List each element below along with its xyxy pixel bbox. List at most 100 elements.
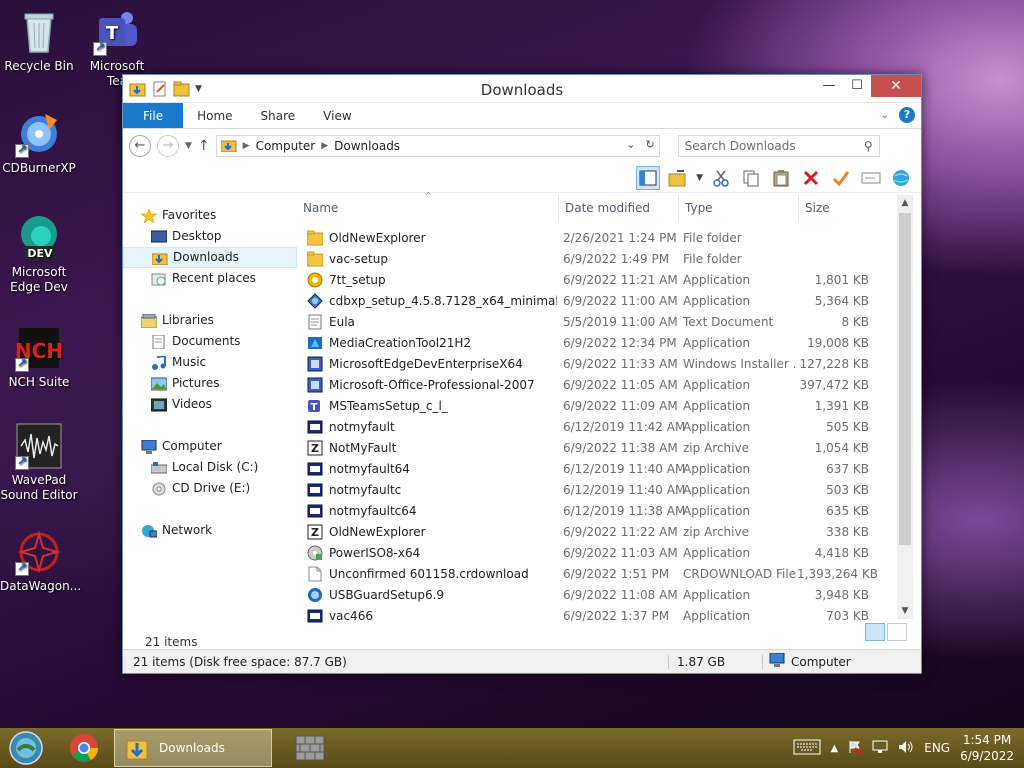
desktop-icon-datawagon[interactable]: DataWagon... <box>0 528 81 594</box>
taskbar-app-wall[interactable] <box>284 729 336 767</box>
vertical-scrollbar[interactable]: ▲ ▼ <box>897 195 913 619</box>
clock[interactable]: 1:54 PM 6/9/2022 <box>960 732 1014 764</box>
file-row[interactable]: Microsoft-Office-Professional-2007 6/9/20… <box>297 374 921 395</box>
minimize-button[interactable]: — <box>815 75 843 97</box>
address-dropdown-icon[interactable]: ⌄ <box>626 138 635 151</box>
nav-libraries[interactable]: Libraries <box>123 310 297 331</box>
file-row[interactable]: Unconfirmed 601158.crdownload 6/9/2022 1:… <box>297 563 921 584</box>
explorer-window: ▼ Downloads — ☐ ✕ File Home Share View ⌄… <box>122 74 922 674</box>
nav-label: Desktop <box>172 229 222 243</box>
nav-cd-drive[interactable]: CD Drive (E:) <box>123 478 297 499</box>
search-icon[interactable]: ⚲ <box>864 139 873 153</box>
copy-icon[interactable] <box>739 166 763 190</box>
nav-desktop[interactable]: Desktop <box>123 226 297 247</box>
chrome-icon <box>70 734 98 762</box>
file-row[interactable]: 7tt_setup 6/9/2022 11:21 AM Application 1,8… <box>297 269 921 290</box>
network-tray-icon[interactable] <box>872 740 888 757</box>
file-row[interactable]: cdbxp_setup_4.5.8.7128_x64_minimal 6/9/20… <box>297 290 921 311</box>
taskbar-explorer-downloads[interactable]: Downloads <box>114 729 272 767</box>
rename-icon[interactable] <box>859 166 883 190</box>
documents-icon <box>151 334 167 349</box>
delete-icon[interactable] <box>799 166 823 190</box>
nav-music[interactable]: Music <box>123 352 297 373</box>
address-box[interactable]: ▶ Computer ▶ Downloads ⌄ ↻ <box>215 135 660 157</box>
file-date: 6/12/2019 11:40 AM <box>563 482 686 497</box>
nav-computer[interactable]: Computer <box>123 436 297 457</box>
column-type[interactable]: Type <box>679 195 799 221</box>
scroll-up-icon[interactable]: ▲ <box>897 195 913 211</box>
file-name-cell: MediaCreationTool21H2 <box>297 335 557 351</box>
nav-local-disk[interactable]: Local Disk (C:) <box>123 457 297 478</box>
file-row[interactable]: T MSTeamsSetup_c_l_ 6/9/2022 11:09 AM Appli… <box>297 395 921 416</box>
back-button[interactable]: ← <box>129 135 151 157</box>
desktop-icon-wavepad[interactable]: WavePad Sound Editor <box>0 422 78 503</box>
file-row[interactable]: Z NotMyFault 6/9/2022 11:38 AM zip Archive 1… <box>297 437 921 458</box>
desktop-icon-cdburnerxp[interactable]: CDBurnerXP <box>0 110 78 176</box>
scroll-thumb[interactable] <box>899 213 911 545</box>
scroll-down-icon[interactable]: ▼ <box>897 603 913 619</box>
preview-pane-icon[interactable] <box>636 165 661 190</box>
file-size: 637 KB <box>826 461 869 476</box>
action-center-flag-icon[interactable] <box>848 740 862 757</box>
nav-recent-places[interactable]: Recent places <box>123 268 297 289</box>
tab-home[interactable]: Home <box>183 103 246 128</box>
nav-downloads[interactable]: Downloads <box>123 247 297 268</box>
checkmark-icon[interactable] <box>829 166 853 190</box>
file-name-cell: vac466 <box>297 608 557 624</box>
nav-pictures[interactable]: Pictures <box>123 373 297 394</box>
tab-view[interactable]: View <box>309 103 365 128</box>
desktop-icon-recycle-bin[interactable]: Recycle Bin <box>0 8 78 74</box>
file-row[interactable]: MicrosoftEdgeDevEnterpriseX64 6/9/2022 11… <box>297 353 921 374</box>
show-hidden-icons[interactable]: ▲ <box>831 743 839 754</box>
large-icons-view-icon[interactable] <box>887 623 907 641</box>
cut-icon[interactable] <box>709 166 733 190</box>
breadcrumb-computer[interactable]: Computer <box>256 139 316 153</box>
file-date: 6/12/2019 11:38 AM <box>563 503 686 518</box>
close-button[interactable]: ✕ <box>871 75 921 97</box>
desktop-icon-edge-dev[interactable]: DEV Microsoft Edge Dev <box>0 214 78 295</box>
paste-icon[interactable] <box>769 166 793 190</box>
file-row[interactable]: OldNewExplorer 2/26/2021 1:24 PM File fold… <box>297 227 921 248</box>
file-row[interactable]: MediaCreationTool21H2 6/9/2022 12:34 PM Ap… <box>297 332 921 353</box>
file-row[interactable]: vac-setup 6/9/2022 1:49 PM File folder <box>297 248 921 269</box>
refresh-icon[interactable]: ↻ <box>645 138 654 151</box>
file-list-pane: ^ Name Date modified Type Size OldNewExp… <box>297 191 921 631</box>
nav-documents[interactable]: Documents <box>123 331 297 352</box>
file-row[interactable]: Z OldNewExplorer 6/9/2022 11:22 AM zip Arch… <box>297 521 921 542</box>
file-row[interactable]: PowerISO8-x64 6/9/2022 11:03 AM Applicatio… <box>297 542 921 563</box>
file-row[interactable]: USBGuardSetup6.9 6/9/2022 11:08 AM Applica… <box>297 584 921 605</box>
up-button[interactable]: ↑ <box>198 138 210 154</box>
expand-ribbon-icon[interactable]: ⌄ <box>881 110 889 121</box>
breadcrumb-downloads[interactable]: Downloads <box>334 139 400 153</box>
globe-icon[interactable] <box>889 166 913 190</box>
file-row[interactable]: notmyfaultc 6/12/2019 11:40 AM Application… <box>297 479 921 500</box>
nav-videos[interactable]: Videos <box>123 394 297 415</box>
start-button[interactable] <box>6 728 46 768</box>
file-row[interactable]: Eula 5/5/2019 11:00 AM Text Document 8 KB <box>297 311 921 332</box>
application-icon <box>307 461 323 477</box>
file-row[interactable]: vac466 6/9/2022 1:37 PM Application 703 KB <box>297 605 921 626</box>
tab-file[interactable]: File <box>123 103 184 128</box>
maximize-button[interactable]: ☐ <box>843 75 871 97</box>
volume-icon[interactable] <box>898 740 914 757</box>
chevron-down-icon[interactable]: ▼ <box>696 173 703 183</box>
help-icon[interactable]: ? <box>899 107 915 123</box>
taskbar-chrome[interactable] <box>58 729 110 767</box>
column-size[interactable]: Size <box>799 195 873 221</box>
search-input[interactable] <box>684 139 855 153</box>
title-bar[interactable]: ▼ Downloads — ☐ ✕ <box>123 75 921 103</box>
file-row[interactable]: notmyfault64 6/12/2019 11:40 AM Applicatio… <box>297 458 921 479</box>
file-row[interactable]: notmyfault 6/12/2019 11:42 AM Application 5… <box>297 416 921 437</box>
nav-network[interactable]: Network <box>123 520 297 541</box>
file-row[interactable]: notmyfaultc64 6/12/2019 11:38 AM Applicati… <box>297 500 921 521</box>
nav-favorites[interactable]: Favorites <box>123 205 297 226</box>
keyboard-icon[interactable] <box>793 739 821 758</box>
tab-share[interactable]: Share <box>247 103 310 128</box>
input-language[interactable]: ENG <box>924 741 950 755</box>
forward-button[interactable]: → <box>157 135 179 157</box>
column-date-modified[interactable]: Date modified <box>559 195 679 221</box>
folder-options-icon[interactable] <box>666 166 690 190</box>
details-view-icon[interactable] <box>865 623 885 641</box>
recent-locations-icon[interactable]: ▼ <box>185 141 192 151</box>
desktop-icon-nch-suite[interactable]: NCH NCH Suite <box>0 324 78 390</box>
